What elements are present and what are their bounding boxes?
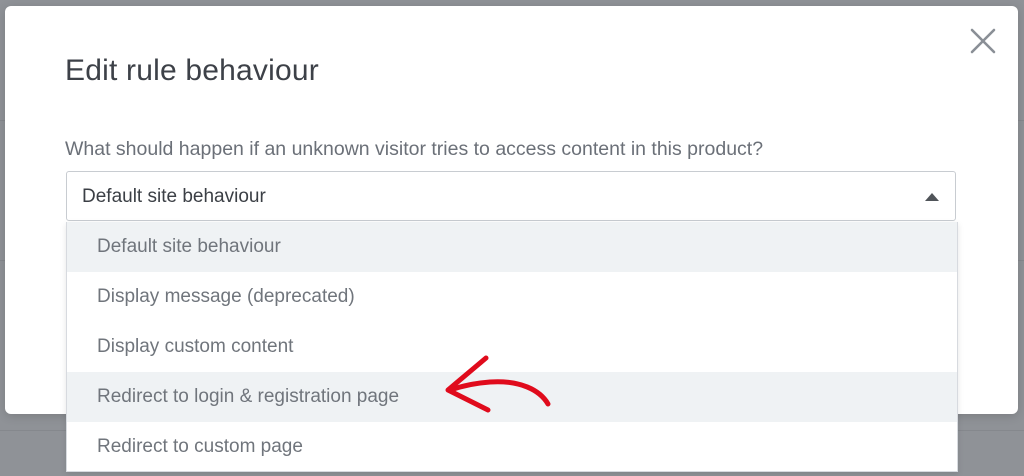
option-label: Redirect to login & registration page (97, 386, 400, 407)
dialog-title: Edit rule behaviour (65, 54, 319, 87)
option-default-site-behaviour[interactable]: Default site behaviour (67, 222, 957, 272)
close-button[interactable] (968, 26, 998, 56)
option-display-message[interactable]: Display message (deprecated) (67, 272, 957, 322)
caret-up-icon (925, 193, 939, 201)
option-label: Display custom content (97, 336, 294, 357)
option-redirect-custom-page[interactable]: Redirect to custom page (67, 422, 957, 472)
option-label: Redirect to custom page (97, 436, 303, 457)
behaviour-question: What should happen if an unknown visitor… (65, 138, 764, 160)
option-label: Display message (deprecated) (97, 286, 355, 307)
behaviour-select[interactable]: Default site behaviour (66, 171, 956, 221)
option-label: Default site behaviour (97, 236, 281, 257)
select-value: Default site behaviour (82, 186, 266, 207)
close-icon (970, 28, 996, 54)
select-options-list: Default site behaviour Display message (… (66, 222, 958, 472)
red-arrow-annotation (445, 355, 551, 413)
